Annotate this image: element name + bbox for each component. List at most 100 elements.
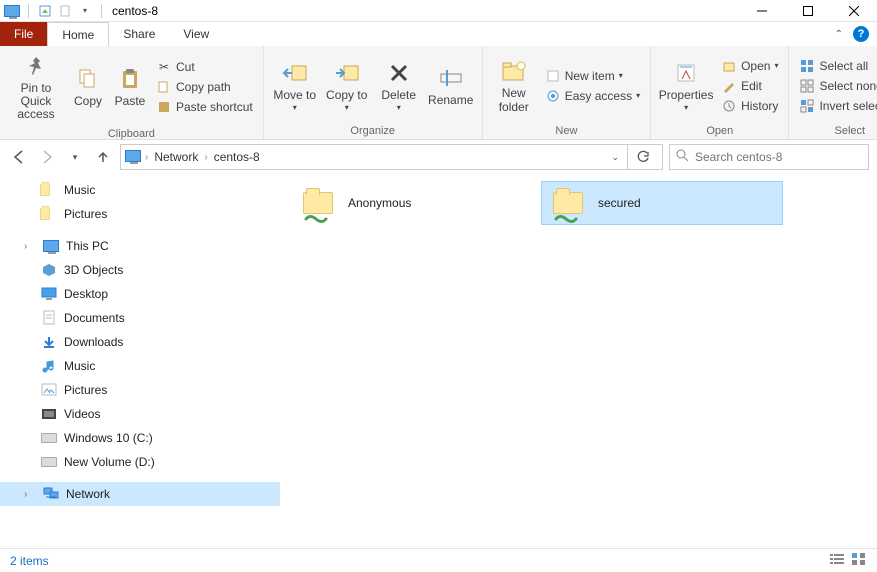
label: Cut (176, 60, 195, 74)
copy-path-icon (156, 79, 172, 95)
delete-icon (385, 59, 413, 87)
paste-shortcut-icon (156, 99, 172, 115)
shared-folder-icon (298, 185, 338, 221)
tree-item-music[interactable]: Music (0, 354, 280, 378)
tree-item-downloads[interactable]: Downloads (0, 330, 280, 354)
maximize-button[interactable] (785, 0, 831, 22)
back-button[interactable] (8, 146, 30, 168)
refresh-button[interactable] (627, 145, 658, 169)
rename-icon (437, 64, 465, 92)
network-icon (42, 485, 60, 503)
label: Pin to Quick access (8, 82, 64, 122)
folder-item-anonymous[interactable]: Anonymous (292, 182, 532, 224)
ribbon-collapse-icon[interactable]: ⌃ (835, 29, 843, 40)
tree-item-this-pc[interactable]: ›This PC (0, 234, 280, 258)
group-label-select: Select (795, 123, 877, 139)
label: Pictures (64, 207, 107, 221)
tree-item-pictures[interactable]: Pictures (0, 378, 280, 402)
qat-properties-icon[interactable] (37, 3, 53, 19)
chevron-right-icon[interactable]: › (145, 152, 148, 163)
status-bar: 2 items (0, 548, 877, 572)
navigation-pane[interactable]: Music Pictures ›This PC 3D Objects Deskt… (0, 174, 280, 548)
paste-shortcut-button[interactable]: Paste shortcut (154, 98, 255, 116)
rename-button[interactable]: Rename (426, 60, 476, 111)
tree-item-documents[interactable]: Documents (0, 306, 280, 330)
qat-dropdown-icon[interactable]: ▾ (77, 3, 93, 19)
delete-button[interactable]: Delete▾ (374, 55, 424, 117)
documents-icon (40, 309, 58, 327)
tree-item-network[interactable]: ›Network (0, 482, 280, 506)
large-icons-view-button[interactable] (851, 552, 867, 569)
chevron-right-icon[interactable]: › (24, 489, 36, 500)
properties-button[interactable]: Properties▾ (657, 55, 715, 117)
drive-icon (40, 453, 58, 471)
search-icon (676, 149, 689, 165)
invert-icon (799, 98, 815, 114)
breadcrumb-current[interactable]: centos-8 (212, 150, 262, 164)
paste-button[interactable]: Paste (110, 61, 150, 112)
tree-item-pictures[interactable]: Pictures (0, 202, 280, 226)
address-dropdown-icon[interactable]: ⌄ (607, 152, 623, 163)
pin-to-quick-access-button[interactable]: Pin to Quick access (6, 48, 66, 126)
qat-new-icon[interactable] (57, 3, 73, 19)
breadcrumb-network[interactable]: Network (152, 150, 200, 164)
tab-share[interactable]: Share (109, 22, 169, 46)
search-input[interactable] (695, 150, 862, 164)
move-to-icon (281, 59, 309, 87)
pictures-icon (40, 381, 58, 399)
chevron-right-icon[interactable]: › (24, 241, 36, 252)
label: Select none (819, 79, 877, 93)
content-pane[interactable]: Anonymous secured (280, 174, 877, 548)
tree-item-desktop[interactable]: Desktop (0, 282, 280, 306)
label: New folder (491, 87, 537, 113)
folder-item-secured[interactable]: secured (542, 182, 782, 224)
tree-item-videos[interactable]: Videos (0, 402, 280, 426)
tab-view[interactable]: View (169, 22, 223, 46)
label: Copy (74, 95, 102, 108)
ribbon: Pin to Quick access Copy Paste ✂Cut Copy… (0, 46, 877, 140)
tree-item-music[interactable]: Music (0, 178, 280, 202)
new-folder-button[interactable]: New folder (489, 53, 539, 117)
tree-item-3d-objects[interactable]: 3D Objects (0, 258, 280, 282)
help-icon[interactable]: ? (853, 26, 869, 42)
invert-selection-button[interactable]: Invert selection (797, 97, 877, 115)
label: Select all (819, 59, 868, 73)
copy-button[interactable]: Copy (68, 61, 108, 112)
edit-button[interactable]: Edit (719, 77, 780, 95)
tree-item-drive-c[interactable]: Windows 10 (C:) (0, 426, 280, 450)
videos-icon (40, 405, 58, 423)
label: Copy path (176, 80, 231, 94)
minimize-button[interactable] (739, 0, 785, 22)
copy-to-button[interactable]: Copy to▾ (322, 55, 372, 117)
cut-button[interactable]: ✂Cut (154, 58, 255, 76)
address-bar[interactable]: › Network › centos-8 ⌄ (120, 144, 663, 170)
forward-button[interactable] (36, 146, 58, 168)
open-button[interactable]: Open ▾ (719, 57, 780, 75)
music-icon (40, 357, 58, 375)
chevron-right-icon[interactable]: › (204, 152, 207, 163)
group-label-new: New (489, 123, 644, 139)
move-to-button[interactable]: Move to▾ (270, 55, 320, 117)
folder-icon (40, 205, 58, 223)
select-none-button[interactable]: Select none (797, 77, 877, 95)
easy-access-button[interactable]: Easy access ▾ (543, 87, 642, 105)
tab-file[interactable]: File (0, 22, 47, 46)
new-item-button[interactable]: New item ▾ (543, 67, 642, 85)
details-view-button[interactable] (829, 552, 845, 569)
label: Desktop (64, 287, 108, 301)
tree-item-drive-d[interactable]: New Volume (D:) (0, 450, 280, 474)
recent-locations-button[interactable]: ▾ (64, 146, 86, 168)
copy-to-icon (333, 59, 361, 87)
label: Pictures (64, 383, 107, 397)
3d-objects-icon (40, 261, 58, 279)
select-all-button[interactable]: Select all (797, 57, 877, 75)
copy-path-button[interactable]: Copy path (154, 78, 255, 96)
up-button[interactable] (92, 146, 114, 168)
label: Move to (273, 89, 316, 102)
close-button[interactable] (831, 0, 877, 22)
search-box[interactable] (669, 144, 869, 170)
window-title: centos-8 (106, 4, 158, 18)
easy-access-icon (545, 88, 561, 104)
history-button[interactable]: History (719, 97, 780, 115)
tab-home[interactable]: Home (47, 22, 109, 46)
